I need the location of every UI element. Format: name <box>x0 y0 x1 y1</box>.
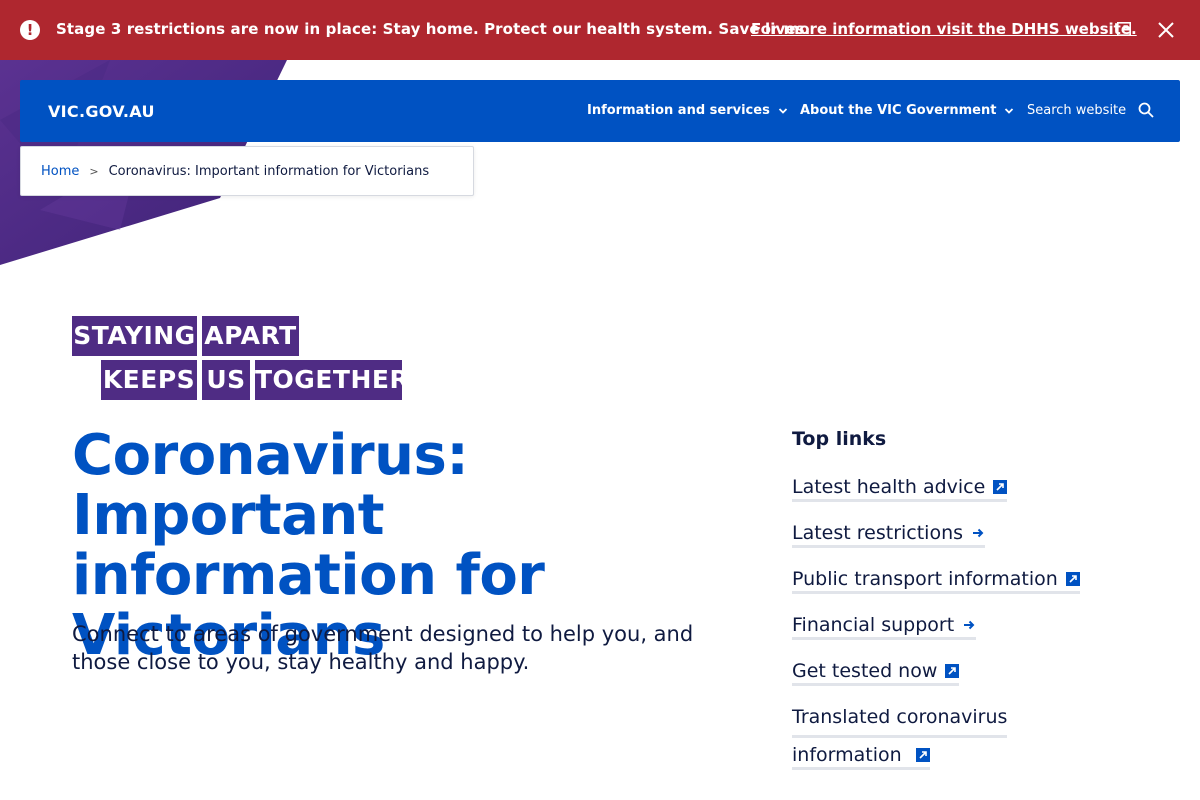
link-label: Public transport information <box>792 568 1058 590</box>
breadcrumb-current: Coronavirus: Important information for V… <box>108 163 430 179</box>
chevron-down-icon <box>778 107 787 114</box>
campaign-word: TOGETHER <box>255 360 409 400</box>
link-latest-health-advice[interactable]: Latest health advice <box>792 470 1008 504</box>
nav-label: About the VIC Government <box>800 103 997 118</box>
campaign-word: APART <box>202 316 299 356</box>
breadcrumb-separator: > <box>89 164 99 178</box>
nav-about-vic-government[interactable]: About the VIC Government <box>800 103 1014 118</box>
nav-information-and-services[interactable]: Information and services <box>587 103 788 118</box>
search-label: Search website <box>1027 102 1127 118</box>
external-link-icon <box>993 480 1008 494</box>
breadcrumb: Home > Coronavirus: Important informatio… <box>20 146 474 196</box>
link-label: Get tested now <box>792 660 938 682</box>
arrow-right-icon <box>973 528 984 538</box>
campaign-word: KEEPS <box>101 360 197 400</box>
external-link-icon <box>915 748 930 762</box>
breadcrumb-home-link[interactable]: Home <box>41 164 79 179</box>
site-header: VIC.GOV.AU Information and services Abou… <box>20 80 1180 142</box>
search-icon <box>1138 102 1154 118</box>
vic-gov-logo[interactable]: VIC.GOV.AU <box>48 102 155 121</box>
external-link-icon <box>1117 22 1131 36</box>
close-icon[interactable] <box>1156 20 1176 40</box>
top-links-heading: Top links <box>792 428 887 450</box>
link-translated-coronavirus-information[interactable]: Translated coronavirus information <box>792 700 1008 772</box>
nav-label: Information and services <box>587 103 770 118</box>
campaign-word: US <box>202 360 250 400</box>
alert-exclamation-icon: ! <box>20 20 40 40</box>
link-public-transport-information[interactable]: Public transport information <box>792 562 1080 596</box>
link-financial-support[interactable]: Financial support <box>792 608 977 642</box>
chevron-down-icon <box>1005 107 1014 114</box>
link-label: information <box>792 744 902 766</box>
alert-text: Stage 3 restrictions are now in place: S… <box>56 20 811 38</box>
top-links-panel: Top links Latest health advice Latest re… <box>792 428 1172 770</box>
link-label: Translated coronavirus <box>792 700 1008 738</box>
arrow-right-icon <box>964 620 975 630</box>
alert-banner: ! Stage 3 restrictions are now in place:… <box>0 0 1200 60</box>
campaign-word: STAYING <box>72 316 197 356</box>
search-website-button[interactable]: Search website <box>1027 102 1154 118</box>
link-label: Latest health advice <box>792 476 986 498</box>
link-label: Financial support <box>792 614 955 636</box>
alert-dhhs-link[interactable]: For more information visit the DHHS webs… <box>751 20 1137 38</box>
link-label: Latest restrictions <box>792 522 964 544</box>
page-intro: Connect to areas of government designed … <box>72 622 694 674</box>
link-get-tested-now[interactable]: Get tested now <box>792 654 960 688</box>
link-latest-restrictions[interactable]: Latest restrictions <box>792 516 986 550</box>
external-link-icon <box>945 664 960 678</box>
external-link-icon <box>1065 572 1080 586</box>
